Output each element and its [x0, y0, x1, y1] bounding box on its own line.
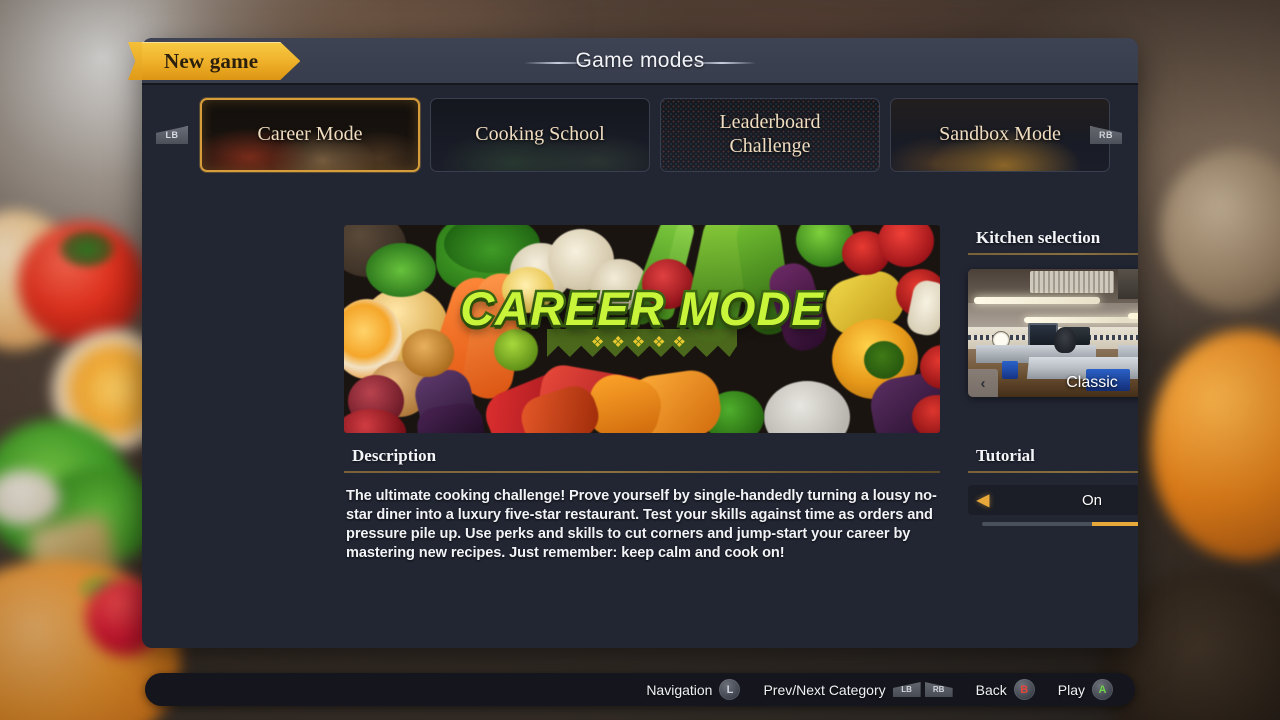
- kitchen-duct: [1118, 269, 1138, 299]
- kitchen-selection-heading: Kitchen selection: [976, 228, 1101, 247]
- description-divider: [344, 471, 940, 473]
- tutorial-indicator-bar: [982, 522, 1138, 526]
- description-heading: Description: [352, 446, 437, 465]
- button-lb-icon: LB: [892, 682, 921, 697]
- tab-cooking-school[interactable]: Cooking School: [430, 98, 650, 172]
- stick-l-icon: L: [719, 679, 741, 700]
- kitchen-light: [974, 297, 1100, 304]
- hint-back-label: Back: [975, 681, 1007, 698]
- new-game-ribbon: New game: [128, 42, 300, 80]
- tutorial-toggle[interactable]: ◀ On ▶: [968, 485, 1138, 515]
- hint-navigation[interactable]: Navigation L: [646, 679, 741, 700]
- game-modes-panel: Game modes Career Mode Cooking School Le…: [142, 38, 1138, 648]
- button-b-icon: B: [1013, 679, 1035, 700]
- mode-tabs: Career Mode Cooking School Leaderboard C…: [200, 98, 1110, 172]
- tutorial-indicator-off: [982, 522, 1092, 526]
- ribbon-tail: [128, 42, 142, 80]
- banner-title-wrap: Career Mode: [344, 280, 940, 338]
- kitchen-selected-label: Classic: [998, 369, 1138, 397]
- ribbon-body: New game: [142, 42, 300, 80]
- kitchen-preview-image[interactable]: ‹ Classic ›: [968, 269, 1138, 397]
- banner-title: Career Mode: [458, 280, 826, 338]
- tab-sandbox-mode[interactable]: Sandbox Mode: [890, 98, 1110, 172]
- tab-career-mode[interactable]: Career Mode: [200, 98, 420, 172]
- kitchen-selection-section: Kitchen selection ‹ Classic: [968, 228, 1138, 397]
- tab-leaderboard-line2: Challenge: [729, 135, 811, 157]
- tutorial-heading: Tutorial: [976, 446, 1035, 465]
- hint-prev-next-category[interactable]: Prev/Next Category LB RB: [763, 681, 953, 698]
- kitchen-vent: [1030, 271, 1114, 293]
- kitchen-light: [1128, 313, 1138, 319]
- tab-leaderboard-line1: Leaderboard: [719, 111, 821, 134]
- tutorial-section: Tutorial ◀ On ▶: [968, 446, 1138, 526]
- tutorial-divider: [968, 471, 1138, 473]
- kitchen-pan2: [1054, 327, 1076, 353]
- tutorial-prev-button[interactable]: ◀: [968, 490, 998, 510]
- mode-banner-image: Career Mode ❖❖❖❖❖: [344, 225, 940, 433]
- hint-play-label: Play: [1057, 681, 1085, 698]
- hint-back[interactable]: Back B: [976, 679, 1035, 700]
- button-rb-icon: RB: [924, 682, 953, 697]
- description-section: Description The ultimate cooking challen…: [344, 446, 940, 563]
- new-game-label: New game: [164, 48, 259, 73]
- hint-prev-next-category-label: Prev/Next Category: [763, 681, 886, 698]
- hint-navigation-label: Navigation: [646, 681, 713, 698]
- banner-ornament: ❖❖❖❖❖: [590, 334, 694, 351]
- tab-cooking-school-label: Cooking School: [475, 123, 605, 146]
- banner-veg: [764, 381, 850, 433]
- tab-leaderboard-challenge[interactable]: Leaderboard Challenge: [660, 98, 880, 172]
- button-a-icon: A: [1092, 679, 1113, 700]
- footer-controls-bar: Navigation L Prev/Next Category LB RB Ba…: [145, 673, 1135, 706]
- kitchen-prev-button[interactable]: ‹: [968, 369, 998, 397]
- tutorial-indicator-on: [1092, 522, 1138, 526]
- description-text: The ultimate cooking challenge! Prove yo…: [346, 488, 937, 561]
- shoulder-pair: LB RB: [892, 682, 953, 697]
- title-rule-right: [694, 62, 756, 64]
- tab-leaderboard-challenge-label: Leaderboard Challenge: [719, 111, 820, 158]
- tutorial-value: On: [1081, 491, 1102, 509]
- tab-career-mode-label: Career Mode: [257, 123, 363, 146]
- kitchen-selection-divider: [968, 253, 1138, 255]
- tab-sandbox-mode-label: Sandbox Mode: [939, 123, 1061, 146]
- hint-play[interactable]: Play A: [1058, 679, 1113, 700]
- game-screen: Game modes Career Mode Cooking School Le…: [0, 0, 1280, 720]
